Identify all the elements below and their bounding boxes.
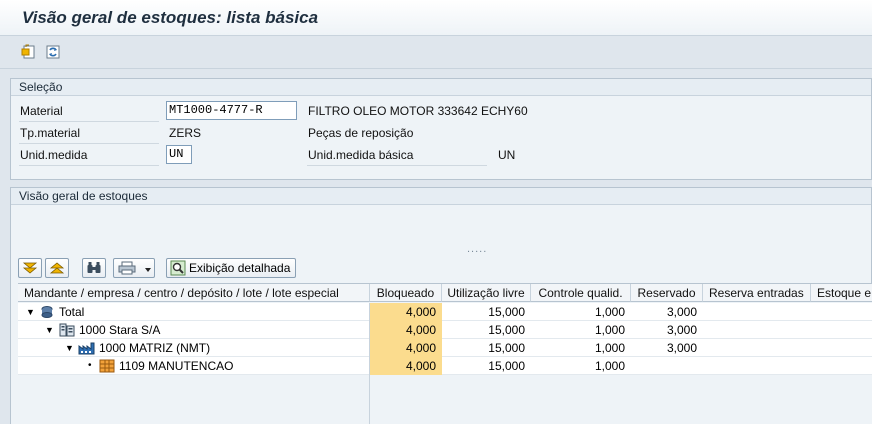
expand-all-icon [22,262,38,274]
unid-medida-label: Unid.medida [20,148,88,162]
cell-utilizacao-livre: 15,000 [488,323,525,337]
binoculars-icon [87,262,101,273]
tp-material-value: ZERS [169,126,202,140]
row-label: 1000 MATRIZ (NMT) [99,341,211,355]
column-header-reservado[interactable]: Reservado [631,284,703,302]
collapse-all-button[interactable] [45,258,69,278]
print-button[interactable] [113,258,155,278]
title-bar: Visão geral de estoques: lista básica [0,0,872,36]
expand-all-button[interactable] [18,258,42,278]
printer-icon [118,261,136,275]
selection-group: Seleção Material MT1000-4777-R FILTRO OL… [10,78,872,180]
magnifier-icon [170,260,186,276]
tree-toggle-icon[interactable]: ▼ [26,303,35,321]
cell-bloqueado: 4,000 [405,323,436,337]
cell-utilizacao-livre: 15,000 [488,359,525,373]
detail-view-button[interactable]: Exibição detalhada [166,258,296,278]
cell-bloqueado: 4,000 [405,305,436,319]
material-label: Material [20,104,63,118]
tp-material-label-underline [19,143,159,144]
cell-utilizacao-livre: 15,000 [488,341,525,355]
splitter-handle[interactable]: ..... [467,243,487,255]
column-header-utilizacao-livre[interactable]: Utilização livre [442,284,531,302]
cell-reservado: 3,000 [666,341,697,355]
tree-toggle-icon[interactable]: ▼ [45,321,54,339]
material-label-underline [19,121,159,122]
tree-leaf-bullet: • [88,360,92,371]
cell-bloqueado: 4,000 [405,359,436,373]
collapse-all-icon [49,262,65,274]
cell-bloqueado: 4,000 [405,341,436,355]
cell-utilizacao-livre: 15,000 [488,305,525,319]
chevron-down-icon [145,268,151,272]
selection-group-title: Seleção [11,79,871,96]
tp-material-label: Tp.material [20,126,81,140]
overview-group-title: Visão geral de estoques [11,188,871,205]
tree-toggle-icon[interactable]: ▼ [65,339,74,357]
detail-view-label: Exibição detalhada [189,261,291,275]
cell-reservado: 3,000 [666,323,697,337]
stock-tree-grid: Mandante / empresa / centro / depósito /… [18,283,872,424]
cell-controle-qualid: 1,000 [594,341,625,355]
column-header-reserva-entradas[interactable]: Reserva entradas [703,284,811,302]
storage-location-icon [99,359,115,377]
refresh-icon[interactable] [44,43,62,61]
unid-medida-label-underline [19,165,159,166]
unid-medida-basica-label: Unid.medida básica [308,148,414,162]
material-description: FILTRO OLEO MOTOR 333642 ECHY60 [308,104,528,118]
unid-medida-basica-underline [307,165,487,166]
cell-reservado [631,357,703,375]
select-material-icon[interactable] [20,43,38,61]
cell-controle-qualid: 1,000 [594,305,625,319]
unid-medida-basica-value: UN [498,148,516,162]
find-button[interactable] [82,258,106,278]
column-header-controle-qualid[interactable]: Controle qualid. [531,284,631,302]
row-label: Total [59,305,85,319]
row-label: 1109 MANUTENCAO [119,359,234,373]
column-header-hierarchy[interactable]: Mandante / empresa / centro / depósito /… [18,284,370,302]
cell-controle-qualid: 1,000 [594,359,625,373]
tp-material-description: Peças de reposição [308,126,414,140]
column-header-bloqueado[interactable]: Bloqueado [370,284,442,302]
unid-medida-field[interactable]: UN [166,145,192,164]
app-toolbar [0,37,872,69]
material-field[interactable]: MT1000-4777-R [166,101,297,120]
cell-reservado: 3,000 [666,305,697,319]
plant-icon [78,341,96,359]
column-header-estoque[interactable]: Estoque e [811,284,872,302]
row-label: 1000 Stara S/A [79,323,161,337]
cell-controle-qualid: 1,000 [594,323,625,337]
page-title: Visão geral de estoques: lista básica [22,8,319,27]
